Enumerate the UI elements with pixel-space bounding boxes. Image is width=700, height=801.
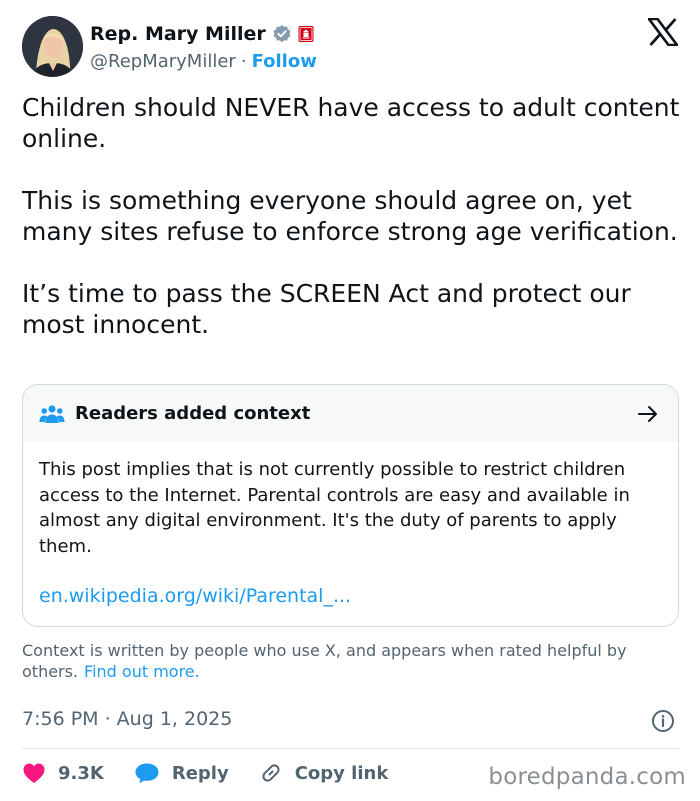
- watermark: boredpanda.com: [488, 764, 686, 790]
- copy-link-button[interactable]: Copy link: [259, 761, 389, 785]
- link-icon: [262, 764, 280, 782]
- avatar[interactable]: [22, 16, 83, 77]
- action-bar: 9.3K Reply Copy link: [22, 756, 418, 790]
- government-badge-icon: [297, 25, 315, 43]
- find-out-more-link[interactable]: Find out more.: [84, 662, 200, 681]
- follow-button[interactable]: Follow: [252, 51, 317, 72]
- reply-bubble-icon: [135, 763, 159, 784]
- author-name-row: Rep. Mary Miller: [90, 21, 315, 47]
- divider: [22, 748, 679, 749]
- x-logo-icon[interactable]: [646, 17, 680, 47]
- like-count: 9.3K: [58, 762, 104, 784]
- copy-link-label: Copy link: [294, 762, 389, 784]
- tweet-header: Rep. Mary Miller @RepMaryMiller · Follow: [22, 16, 682, 78]
- community-note-body: This post implies that is not currently …: [39, 459, 630, 557]
- author-handle[interactable]: @RepMaryMiller: [90, 51, 236, 72]
- heart-icon: [23, 763, 45, 783]
- separator-dot: ·: [240, 50, 247, 72]
- author-name[interactable]: Rep. Mary Miller: [90, 23, 266, 45]
- reply-button[interactable]: Reply: [134, 762, 229, 784]
- readers-context-icon: [39, 404, 65, 424]
- like-button[interactable]: 9.3K: [22, 762, 104, 784]
- tweet-text: Children should NEVER have access to adu…: [22, 93, 680, 339]
- avatar-image: [22, 16, 83, 77]
- reply-label: Reply: [171, 762, 229, 784]
- tweet-timestamp[interactable]: 7:56 PM · Aug 1, 2025: [22, 708, 232, 730]
- community-note[interactable]: Readers added context This post implies …: [22, 384, 679, 627]
- info-icon[interactable]: [651, 709, 675, 733]
- community-note-link[interactable]: en.wikipedia.org/wiki/Parental_...: [39, 585, 351, 607]
- arrow-right-icon[interactable]: [636, 402, 660, 426]
- context-footer: Context is written by people who use X, …: [22, 640, 682, 682]
- handle-row: @RepMaryMiller · Follow: [90, 49, 317, 73]
- verified-badge-icon: [272, 24, 292, 44]
- community-note-title: Readers added context: [75, 403, 311, 424]
- community-note-header[interactable]: Readers added context: [23, 385, 678, 442]
